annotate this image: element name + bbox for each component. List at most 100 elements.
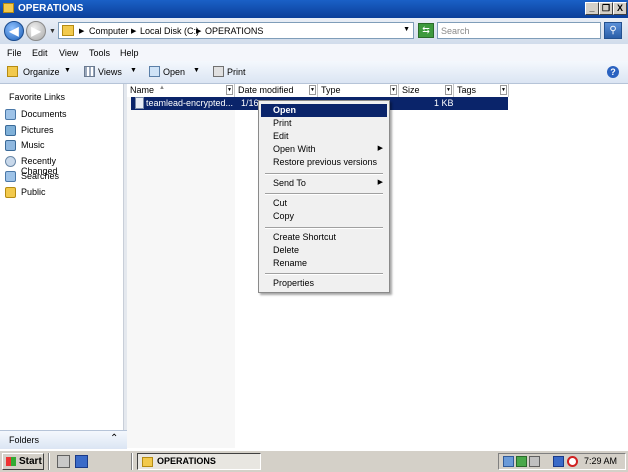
views-button[interactable]: Views [98, 67, 122, 77]
views-icon [84, 66, 95, 77]
searches-icon [5, 171, 16, 182]
search-input[interactable]: Search [437, 22, 601, 39]
menu-view[interactable]: View [59, 48, 78, 58]
vmware-tools-icon[interactable] [516, 456, 527, 467]
menu-separator [265, 193, 383, 195]
column-label: Size [402, 85, 420, 95]
network-connections-icon[interactable] [553, 456, 564, 467]
file-name[interactable]: teamlead-encrypted... [146, 98, 233, 108]
organize-icon [7, 66, 18, 77]
menu-item-copy[interactable]: Copy [261, 210, 387, 223]
file-size: 1 KB [434, 98, 454, 108]
menu-item-label: Delete [273, 245, 300, 255]
menu-item-label: Cut [273, 198, 288, 208]
system-tray: 7:29 AM [498, 453, 626, 470]
column-header-name[interactable]: Name ▲ ▼ [127, 84, 235, 97]
command-toolbar: Organize ▼ Views ▼ Open ▼ Print ? [0, 61, 628, 84]
column-label: Type [321, 85, 341, 95]
menu-tools[interactable]: Tools [89, 48, 110, 58]
folder-icon [3, 3, 14, 13]
restore-button[interactable]: ❐ [599, 2, 613, 15]
printer-icon [213, 66, 224, 77]
network-icon[interactable] [503, 456, 514, 467]
open-button[interactable]: Open [163, 67, 185, 77]
column-header-type[interactable]: Type ▼ [318, 84, 399, 97]
menu-item-open[interactable]: Open [261, 104, 387, 117]
folders-label: Folders [9, 435, 40, 445]
menu-item-edit[interactable]: Edit [261, 130, 387, 143]
print-button[interactable]: Print [227, 67, 246, 77]
menu-edit[interactable]: Edit [32, 48, 48, 58]
breadcrumb-operations[interactable]: OPERATIONS [205, 26, 263, 36]
sort-ascending-icon: ▲ [159, 85, 165, 91]
menu-item-open-with[interactable]: Open With ▶ [261, 143, 387, 156]
column-filter-dropdown-icon[interactable]: ▼ [445, 85, 452, 95]
address-bar[interactable]: ▶ Computer ▶ Local Disk (C:) ▶ OPERATION… [58, 22, 414, 39]
column-label: Name [130, 85, 155, 95]
breadcrumb-arrow-icon[interactable]: ▶ [79, 27, 84, 35]
column-header-size[interactable]: Size ▼ [399, 84, 454, 97]
forward-button[interactable]: ▶ [26, 21, 46, 41]
menu-bar: File Edit View Tools Help [0, 44, 628, 61]
title-bar: OPERATIONS _ ❐ X [0, 0, 628, 18]
views-dropdown-icon[interactable]: ▼ [130, 67, 137, 74]
menu-separator [265, 173, 383, 175]
menu-item-properties[interactable]: Properties [261, 277, 387, 290]
clock[interactable]: 7:29 AM [584, 456, 617, 466]
window-title: OPERATIONS [18, 3, 84, 14]
start-button[interactable]: Start [2, 453, 44, 470]
submenu-arrow-icon: ▶ [377, 145, 383, 152]
menu-file[interactable]: File [7, 48, 22, 58]
close-button[interactable]: X [613, 2, 627, 15]
menu-help[interactable]: Help [120, 48, 139, 58]
file-date-modified: 1/16 [241, 98, 259, 108]
menu-item-label: Open With [273, 144, 316, 154]
refresh-button[interactable]: ⇆ [418, 23, 434, 38]
column-label: Tags [457, 85, 477, 95]
folders-bar[interactable]: Folders ⌃ [0, 430, 127, 449]
column-header-tags[interactable]: Tags ▼ [454, 84, 509, 97]
column-filter-dropdown-icon[interactable]: ▼ [390, 85, 397, 95]
server-manager-icon[interactable] [57, 455, 70, 468]
column-filter-dropdown-icon[interactable]: ▼ [309, 85, 316, 95]
context-menu: Open Print Edit Open With ▶ Restore previ… [258, 100, 390, 293]
breadcrumb-arrow-icon[interactable]: ▶ [196, 27, 201, 35]
breadcrumb-local-disk[interactable]: Local Disk (C:) [140, 26, 199, 36]
volume-muted-icon[interactable] [567, 456, 578, 467]
menu-item-delete[interactable]: Delete [261, 244, 387, 257]
sidebar-item-label: Music [21, 140, 45, 150]
show-desktop-icon[interactable] [75, 455, 88, 468]
menu-item-restore-previous-versions[interactable]: Restore previous versions [261, 156, 387, 169]
search-button[interactable]: ⚲ [604, 22, 622, 39]
menu-item-label: Restore previous versions [273, 157, 378, 167]
column-filter-dropdown-icon[interactable]: ▼ [500, 85, 507, 95]
minimize-button[interactable]: _ [585, 2, 599, 15]
taskbar-button-operations[interactable]: OPERATIONS [137, 453, 261, 470]
chevron-up-icon[interactable]: ⌃ [110, 433, 118, 444]
menu-item-label: Send To [273, 178, 306, 188]
column-label: Date modified [238, 85, 294, 95]
column-filter-dropdown-icon[interactable]: ▼ [226, 85, 233, 95]
menu-item-send-to[interactable]: Send To ▶ [261, 177, 387, 190]
menu-item-print[interactable]: Print [261, 117, 387, 130]
column-header-date-modified[interactable]: Date modified ▼ [235, 84, 318, 97]
documents-icon [5, 109, 16, 120]
taskbar-separator [131, 453, 133, 470]
organize-button[interactable]: Organize [23, 67, 60, 77]
display-icon[interactable] [529, 456, 540, 467]
open-dropdown-icon[interactable]: ▼ [193, 67, 200, 74]
recent-pages-dropdown-icon[interactable]: ▼ [49, 28, 56, 35]
menu-item-cut[interactable]: Cut [261, 197, 387, 210]
windows-logo-icon [6, 457, 16, 466]
breadcrumb-computer[interactable]: Computer [89, 26, 129, 36]
help-icon[interactable]: ? [607, 66, 619, 78]
menu-item-create-shortcut[interactable]: Create Shortcut [261, 231, 387, 244]
menu-item-rename[interactable]: Rename [261, 257, 387, 270]
menu-item-label: Print [273, 118, 292, 128]
organize-dropdown-icon[interactable]: ▼ [64, 67, 71, 74]
breadcrumb-arrow-icon[interactable]: ▶ [131, 27, 136, 35]
back-button[interactable]: ◀ [4, 21, 24, 41]
open-icon [149, 66, 160, 77]
address-dropdown-icon[interactable]: ▼ [403, 26, 410, 33]
menu-item-label: Properties [273, 278, 315, 288]
